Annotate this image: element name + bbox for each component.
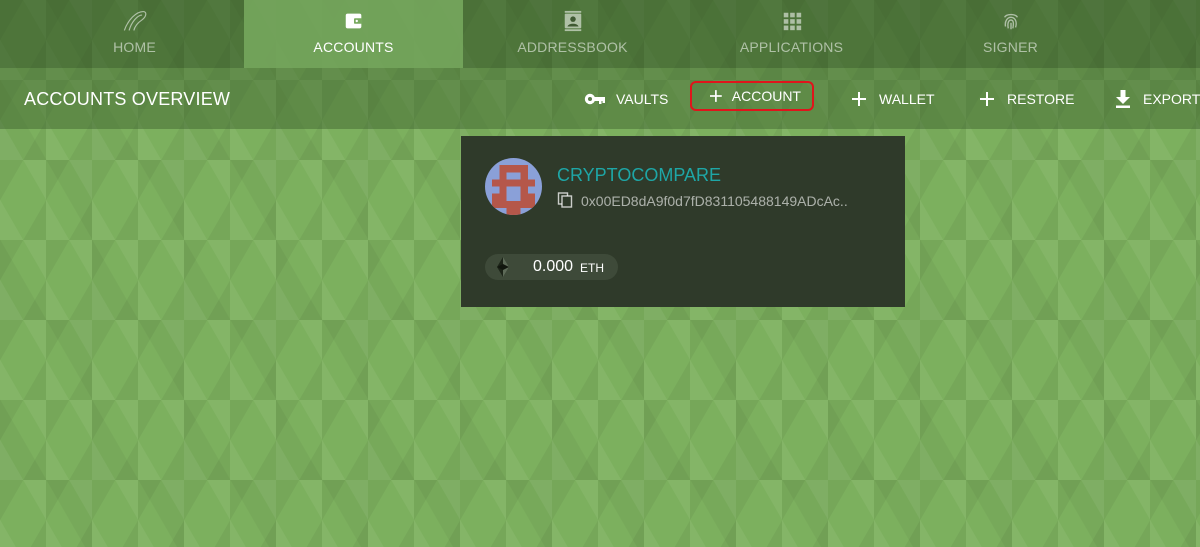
- restore-button[interactable]: RESTORE: [980, 84, 1074, 114]
- ethereum-icon: [497, 257, 509, 277]
- home-swirl-icon: [123, 10, 146, 31]
- add-wallet-button[interactable]: WALLET: [852, 84, 935, 114]
- tab-applications[interactable]: APPLICATIONS: [682, 0, 901, 68]
- restore-button-label: RESTORE: [1007, 91, 1075, 107]
- balance-badge: 0.000 ETH: [485, 254, 618, 280]
- add-account-button-label: ACCOUNT: [731, 88, 801, 104]
- account-name[interactable]: CRYPTOCOMPARE: [557, 165, 721, 186]
- wallet-icon: [345, 13, 362, 29]
- vaults-button[interactable]: VAULTS: [584, 84, 668, 114]
- plus-icon: [852, 92, 866, 106]
- vaults-button-label: VAULTS: [616, 91, 669, 107]
- tab-applications-label: APPLICATIONS: [739, 39, 844, 55]
- tab-signer-label: SIGNER: [983, 39, 1038, 55]
- tab-home-label: HOME: [113, 39, 156, 55]
- plus-icon: [710, 90, 722, 102]
- balance-value: 0.000: [533, 258, 574, 275]
- download-icon: [1116, 90, 1130, 108]
- plus-icon: [980, 92, 994, 106]
- top-navigation: HOME ACCOUNTS ADDRESSBOOK APPLICATIONS S…: [0, 0, 1200, 68]
- tab-home[interactable]: HOME: [25, 0, 244, 68]
- account-card[interactable]: CRYPTOCOMPARE 0x00ED8dA9f0d7fD8311054881…: [461, 136, 905, 307]
- page-header: ACCOUNTS OVERVIEW VAULTS ACCOUNT WALLET …: [0, 68, 1200, 129]
- tab-signer[interactable]: SIGNER: [901, 0, 1120, 68]
- avatar: [485, 158, 542, 215]
- tab-addressbook-label: ADDRESSBOOK: [517, 39, 628, 55]
- account-address: 0x00ED8dA9f0d7fD831105488149ADcAc..: [581, 193, 848, 209]
- page-title: ACCOUNTS OVERVIEW: [24, 89, 231, 109]
- copy-icon[interactable]: [557, 192, 573, 208]
- fingerprint-icon: [1003, 13, 1018, 30]
- grid-icon: [783, 12, 801, 31]
- export-button[interactable]: EXPORT: [1115, 84, 1200, 114]
- key-icon: [584, 93, 605, 105]
- tab-addressbook[interactable]: ADDRESSBOOK: [463, 0, 682, 68]
- identicon-avatar: [485, 158, 542, 215]
- balance-unit: ETH: [580, 261, 604, 275]
- tab-accounts-label: ACCOUNTS: [313, 39, 394, 55]
- export-button-label: EXPORT: [1143, 91, 1200, 107]
- contact-card-icon: [564, 10, 581, 32]
- tab-accounts[interactable]: ACCOUNTS: [244, 0, 463, 68]
- add-account-button[interactable]: ACCOUNT: [690, 81, 814, 111]
- add-wallet-button-label: WALLET: [879, 91, 935, 107]
